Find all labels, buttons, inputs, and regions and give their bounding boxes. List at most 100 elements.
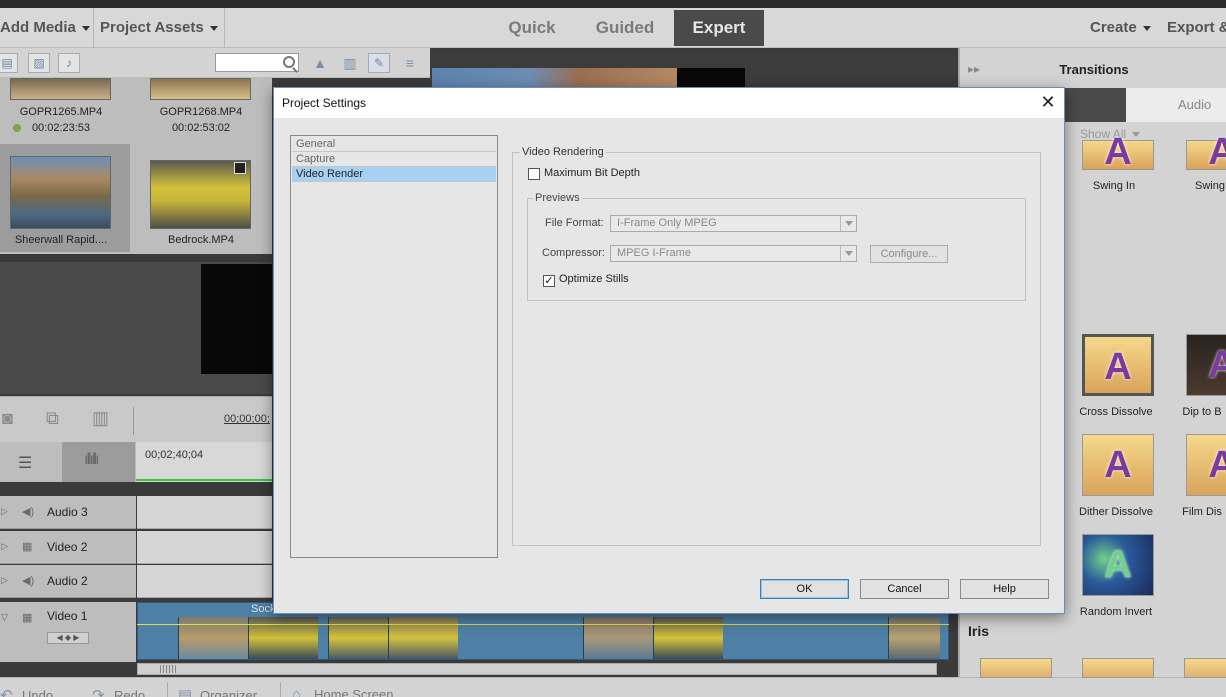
- dialog-title: Project Settings: [282, 96, 367, 110]
- transition-thumbnail: A: [1082, 334, 1154, 396]
- asset-item[interactable]: GOPR1265.MP4 00:02:23:53: [0, 78, 122, 140]
- bottom-bar: ↶ Undo ↷ Redo ▤ Organizer ⌂ Home Screen: [0, 677, 1226, 697]
- add-media-menu[interactable]: Add Media: [0, 8, 90, 48]
- track-lane-audio-3[interactable]: [137, 496, 272, 529]
- film-icon: ▦: [22, 612, 33, 624]
- transition-thumbnail: A: [1186, 133, 1226, 171]
- timeline-toolbar: ◙ ⧉ ▥ 00;00;00;: [0, 396, 272, 442]
- chevron-down-icon: [1132, 132, 1141, 138]
- create-menu[interactable]: Create: [1090, 8, 1151, 48]
- track-lane-video-2[interactable]: [137, 531, 272, 564]
- asset-item[interactable]: Bedrock.MP4: [140, 144, 262, 252]
- transition-thumbnail[interactable]: [1184, 658, 1226, 678]
- track-header-video-2[interactable]: ▷ ▦ Video 2: [0, 531, 136, 564]
- home-screen-button[interactable]: ⌂ Home Screen: [292, 686, 393, 697]
- project-settings-dialog: Project Settings ✕ General Capture Video…: [273, 87, 1065, 614]
- export-menu[interactable]: Export &: [1167, 8, 1226, 48]
- close-icon[interactable]: ✕: [1034, 90, 1062, 116]
- transition-thumbnail: A: [1186, 434, 1226, 496]
- maximum-bit-depth-checkbox[interactable]: [528, 168, 540, 180]
- nav-item-general[interactable]: General: [292, 137, 496, 152]
- track-header-audio-3[interactable]: ▷ ◀) Audio 3: [0, 496, 136, 529]
- clip-label: Sock: [251, 603, 276, 615]
- transition-thumbnail: A: [1082, 434, 1154, 496]
- track-header-audio-2[interactable]: ▷ ◀) Audio 2: [0, 565, 136, 598]
- redo-icon: ↷: [92, 687, 105, 697]
- audio-waveform-toggle[interactable]: ıllıllı: [62, 442, 135, 482]
- trash-icon[interactable]: ▥: [92, 408, 109, 429]
- camera-icon[interactable]: ◙: [2, 408, 13, 429]
- timeline-timecode[interactable]: 00;00;00;: [224, 413, 270, 425]
- file-format-value: I-Frame Only MPEG: [617, 217, 717, 229]
- asset-search-input[interactable]: [215, 53, 299, 72]
- help-button[interactable]: Help: [960, 579, 1049, 599]
- panel-title: Transitions: [1059, 62, 1129, 77]
- redo-button[interactable]: ↷ Redo: [92, 686, 145, 697]
- track-name: Audio 3: [47, 505, 88, 519]
- audio-filter-icon[interactable]: ♪: [58, 53, 80, 73]
- chevron-down-icon: [1142, 25, 1151, 31]
- scrollbar-grip[interactable]: [160, 665, 176, 673]
- nav-item-capture[interactable]: Capture: [292, 152, 496, 167]
- cancel-button[interactable]: Cancel: [860, 579, 949, 599]
- track-name: Video 1: [47, 609, 88, 623]
- tab-guided[interactable]: Guided: [580, 10, 670, 46]
- timeline-ruler[interactable]: 00;02;40;04: [136, 442, 272, 482]
- optimize-stills-checkbox[interactable]: ✓: [543, 275, 555, 287]
- ruler-time-label: 00;02;40;04: [145, 449, 204, 461]
- organizer-button[interactable]: ▤ Organizer: [178, 686, 257, 697]
- project-assets-label: Project Assets: [100, 19, 204, 36]
- expand-arrow-icon: ▷: [1, 575, 8, 585]
- organizer-label: Organizer: [200, 688, 258, 697]
- tab-quick[interactable]: Quick: [488, 10, 576, 46]
- compressor-dropdown[interactable]: MPEG I-Frame: [610, 245, 857, 262]
- optimize-stills-label[interactable]: Optimize Stills: [559, 273, 629, 285]
- nav-item-video-render[interactable]: Video Render: [292, 167, 496, 182]
- transition-thumbnail[interactable]: [980, 658, 1052, 678]
- trash-icon[interactable]: ▥: [340, 53, 360, 73]
- tab-expert[interactable]: Expert: [674, 10, 764, 46]
- keyframe-nav-icon[interactable]: ◀ ◆ ▶: [47, 632, 89, 644]
- dialog-titlebar: Project Settings ✕: [274, 88, 1064, 118]
- folder-up-icon[interactable]: ▲: [310, 53, 330, 73]
- asset-item[interactable]: GOPR1268.MP4 00:02:53:02: [140, 78, 262, 140]
- configure-button[interactable]: Configure...: [870, 245, 948, 263]
- track-header-video-1[interactable]: ▽ ▦ Video 1 ◀ ◆ ▶: [0, 602, 136, 662]
- file-format-dropdown[interactable]: I-Frame Only MPEG: [610, 215, 857, 232]
- ok-button[interactable]: OK: [760, 579, 849, 599]
- project-assets-menu[interactable]: Project Assets: [100, 8, 218, 48]
- transition-thumbnail[interactable]: [1082, 658, 1154, 678]
- list-menu-icon[interactable]: ≡: [400, 53, 420, 73]
- asset-thumbnail: [150, 78, 251, 100]
- section-heading-iris: Iris: [968, 623, 990, 639]
- timeline-ruler-header: ☰ ıllıllı 00;02;40;04: [0, 442, 272, 482]
- assets-toolbar: ▤ ▨ ♪ ▲ ▥ ✎ ≡: [0, 48, 430, 78]
- transition-thumbnail: A: [1082, 133, 1154, 171]
- asset-thumbnail: [10, 78, 111, 100]
- tab-audio[interactable]: Audio: [1178, 97, 1211, 112]
- home-screen-label: Home Screen: [314, 687, 394, 697]
- asset-item-selected[interactable]: Sheerwall Rapid....: [0, 144, 130, 252]
- file-format-label: File Format:: [545, 217, 604, 229]
- undo-button[interactable]: ↶ Undo: [0, 686, 53, 697]
- video-filter-icon[interactable]: ▤: [0, 53, 18, 73]
- track-options-button[interactable]: ☰: [0, 442, 62, 482]
- track-lane-audio-2[interactable]: [137, 565, 272, 598]
- pin-icon[interactable]: ✎: [368, 53, 390, 73]
- rotate-icon[interactable]: ⧉: [46, 408, 59, 429]
- timeline-scrollbar[interactable]: [137, 663, 937, 675]
- film-icon: ▦: [22, 541, 33, 553]
- monitor-video-frame: [201, 264, 272, 374]
- film-icon: [234, 162, 246, 174]
- chevron-down-icon: [840, 246, 856, 261]
- collapse-arrow-icon: ▽: [1, 612, 8, 622]
- previews-title: Previews: [533, 192, 582, 204]
- playhead-line: [136, 479, 272, 481]
- track-name: Video 2: [47, 540, 88, 554]
- maximum-bit-depth-label[interactable]: Maximum Bit Depth: [544, 167, 640, 179]
- chevron-down-icon: [81, 25, 90, 31]
- undo-label: Undo: [22, 688, 54, 697]
- asset-duration: 00:02:53:02: [171, 122, 231, 134]
- image-filter-icon[interactable]: ▨: [28, 53, 50, 73]
- speaker-icon: ◀): [22, 506, 35, 518]
